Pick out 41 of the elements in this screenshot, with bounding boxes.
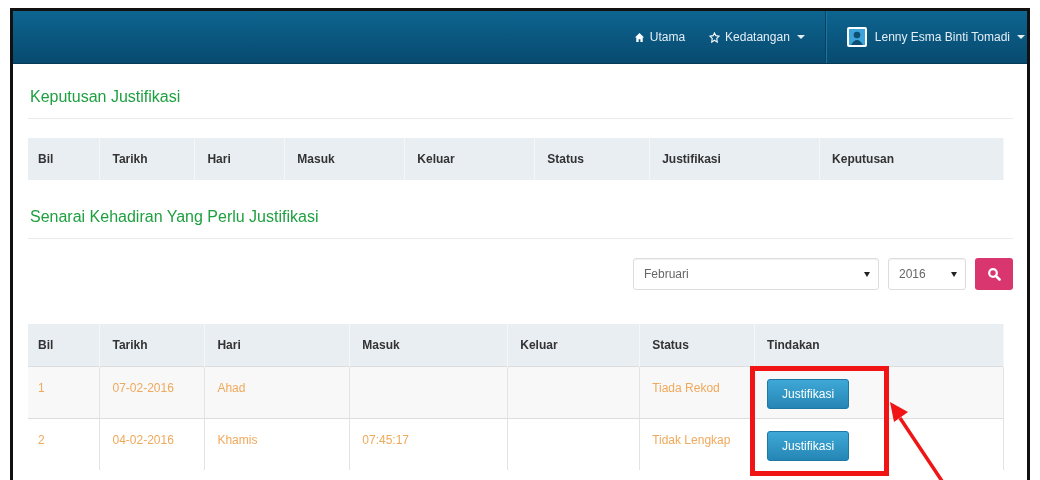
user-menu[interactable]: Lenny Esma Binti Tomadi — [826, 11, 1027, 63]
justify-button[interactable]: Justifikasi — [767, 430, 850, 461]
column-header: Keluar — [520, 337, 558, 352]
column-header: Masuk — [362, 337, 400, 352]
column-header: Bil — [38, 337, 54, 352]
column-header: Tarikh — [112, 337, 148, 352]
nav-link[interactable]: Utama — [621, 11, 698, 63]
column-header: Hari — [217, 337, 241, 352]
column-header: Hari — [207, 152, 231, 166]
avatar-icon — [846, 27, 867, 47]
table-cell: 07:45:17 — [362, 432, 410, 447]
month-select[interactable]: Februari — [633, 258, 879, 290]
table-cell: 1 — [38, 380, 45, 395]
column-header: Tarikh — [112, 152, 148, 166]
column-header: Bil — [38, 152, 54, 166]
column-header: Status — [547, 152, 584, 166]
nav-link[interactable]: Kedatangan — [697, 11, 817, 63]
column-header: Masuk — [297, 152, 335, 166]
table-cell: Khamis — [217, 432, 258, 447]
table-cell: 07-02-2016 — [112, 380, 174, 395]
table-cell: 2 — [38, 432, 45, 447]
column-header: Status — [652, 337, 689, 352]
justify-button[interactable]: Justifikasi — [767, 378, 850, 409]
column-header: Keputusan — [832, 152, 895, 166]
dropdown-icon — [864, 271, 870, 277]
home-icon — [633, 31, 645, 43]
year-select[interactable]: 2016 — [888, 258, 966, 290]
column-header: Tindakan — [767, 337, 820, 352]
column-header: Justifikasi — [662, 152, 721, 166]
dropdown-icon — [951, 271, 957, 277]
caret-icon — [1017, 35, 1025, 39]
table-cell: Tiada Rekod — [652, 380, 720, 395]
search-button[interactable] — [975, 258, 1013, 290]
table-cell: Ahad — [217, 380, 246, 395]
table-cell: 04-02-2016 — [112, 432, 174, 447]
section-title: Keputusan Justifikasi — [30, 88, 182, 106]
search-icon — [987, 267, 1001, 281]
section-title: Senarai Kehadiran Yang Perlu Justifikasi — [30, 208, 320, 226]
column-header: Keluar — [417, 152, 455, 166]
table-cell: Tidak Lengkap — [652, 432, 731, 447]
caret-icon — [796, 35, 805, 39]
